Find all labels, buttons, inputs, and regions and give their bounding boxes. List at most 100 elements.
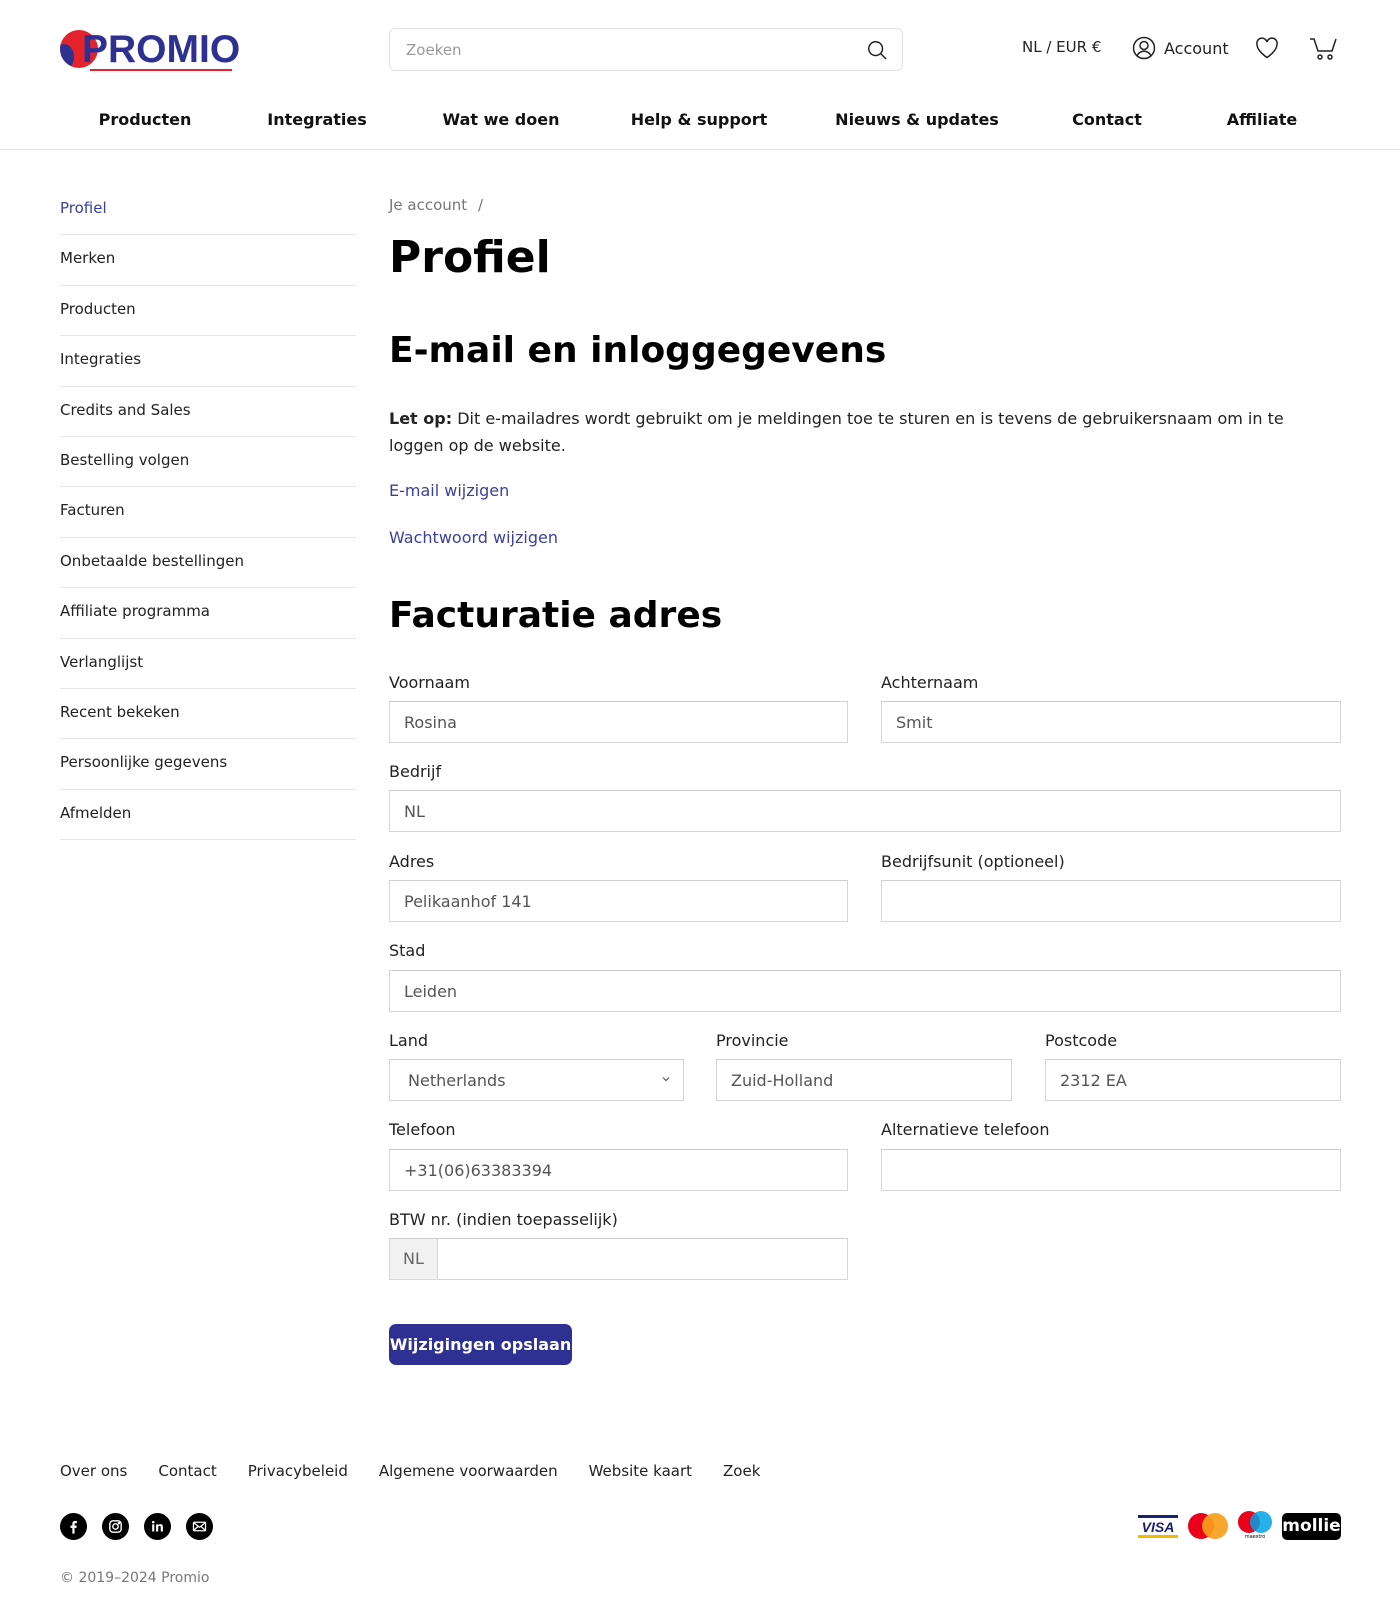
city-label: Stad [389, 941, 426, 960]
unit-field [881, 880, 1341, 922]
unit-label: Bedrijfsunit (optioneel) [881, 852, 1065, 871]
last-name-input[interactable] [882, 702, 1340, 742]
copyright: © 2019–2024 Promio [60, 1570, 210, 1586]
sidebar-item-producten[interactable]: Producten [60, 286, 356, 337]
footer-link-contact[interactable]: Contact [158, 1462, 216, 1480]
maestro-icon: maestro [1238, 1511, 1272, 1541]
postcode-label: Postcode [1045, 1031, 1118, 1050]
main-navigation: Producten Integraties Wat we doen Help &… [0, 110, 1400, 140]
nav-help-support[interactable]: Help & support [631, 110, 768, 129]
facebook-link[interactable] [60, 1513, 87, 1540]
nav-integraties[interactable]: Integraties [267, 110, 367, 129]
page-title: Profiel [389, 232, 551, 283]
breadcrumb: Je account / [389, 196, 483, 214]
sidebar-item-affiliate-programma[interactable]: Affiliate programma [60, 588, 356, 639]
nav-affiliate[interactable]: Affiliate [1227, 110, 1298, 129]
linkedin-link[interactable] [144, 1513, 171, 1540]
vat-label: BTW nr. (indien toepasselijk) [389, 1210, 618, 1229]
note-bold: Let op: [389, 409, 453, 428]
billing-section-heading: Facturatie adres [389, 595, 723, 636]
province-label: Provincie [716, 1031, 789, 1050]
mollie-icon: mollie [1282, 1512, 1341, 1540]
province-field [716, 1059, 1012, 1101]
nav-producten[interactable]: Producten [99, 110, 192, 129]
email-icon [192, 1521, 207, 1532]
email-link[interactable] [186, 1513, 213, 1540]
account-sidebar: Profiel Merken Producten Integraties Cre… [60, 185, 356, 841]
payment-methods: VISA maestro mollie [1138, 1511, 1341, 1541]
user-icon [1132, 36, 1156, 60]
nav-nieuws-updates[interactable]: Nieuws & updates [835, 110, 999, 129]
alt-phone-field [881, 1149, 1341, 1191]
breadcrumb-je-account[interactable]: Je account [389, 196, 467, 214]
change-password-link[interactable]: Wachtwoord wijzigen [389, 528, 558, 547]
linkedin-icon [151, 1520, 163, 1532]
footer-link-privacybeleid[interactable]: Privacybeleid [248, 1462, 348, 1480]
company-label: Bedrijf [389, 762, 442, 781]
social-links [60, 1513, 213, 1540]
country-select[interactable]: Netherlands [390, 1060, 683, 1100]
unit-input[interactable] [882, 881, 1340, 921]
alt-phone-input[interactable] [882, 1150, 1340, 1190]
address-field [389, 880, 848, 922]
first-name-label: Voornaam [389, 673, 470, 692]
postcode-field [1045, 1059, 1341, 1101]
last-name-field [881, 701, 1341, 743]
footer-link-zoek[interactable]: Zoek [723, 1462, 760, 1480]
footer-link-website-kaart[interactable]: Website kaart [589, 1462, 692, 1480]
instagram-link[interactable] [102, 1513, 129, 1540]
sidebar-item-integraties[interactable]: Integraties [60, 336, 356, 387]
company-input[interactable] [390, 791, 1340, 831]
country-label: Land [389, 1031, 429, 1050]
sidebar-item-merken[interactable]: Merken [60, 235, 356, 286]
vat-input[interactable] [390, 1239, 847, 1279]
sidebar-item-afmelden[interactable]: Afmelden [60, 790, 356, 841]
country-field: Netherlands [389, 1059, 684, 1101]
address-label: Adres [389, 852, 435, 871]
vat-prefix: NL [390, 1239, 438, 1279]
sidebar-item-recent-bekeken[interactable]: Recent bekeken [60, 689, 356, 740]
phone-label: Telefoon [389, 1120, 456, 1139]
nav-wat-we-doen[interactable]: Wat we doen [443, 110, 560, 129]
province-input[interactable] [717, 1060, 1011, 1100]
sidebar-item-verlanglijst[interactable]: Verlanglijst [60, 639, 356, 689]
sidebar-item-credits-sales[interactable]: Credits and Sales [60, 387, 356, 437]
company-field [389, 790, 1341, 832]
sidebar-item-persoonlijke-gegevens[interactable]: Persoonlijke gegevens [60, 739, 356, 790]
footer-links: Over ons Contact Privacybeleid Algemene … [60, 1462, 760, 1480]
search-icon[interactable] [866, 39, 888, 61]
sidebar-item-bestelling-volgen[interactable]: Bestelling volgen [60, 437, 356, 488]
logo-wordmark: PROMIO [82, 28, 241, 71]
postcode-input[interactable] [1046, 1060, 1340, 1100]
logo-underline [90, 69, 232, 71]
email-section-heading: E-mail en inloggegevens [389, 330, 887, 371]
save-changes-button[interactable]: Wijzigingen opslaan [389, 1324, 572, 1365]
footer-link-over-ons[interactable]: Over ons [60, 1462, 127, 1480]
sidebar-item-facturen[interactable]: Facturen [60, 487, 356, 538]
promio-logo[interactable]: PROMIO [60, 28, 240, 72]
email-note: Let op: Dit e-mailadres wordt gebruikt o… [389, 405, 1339, 459]
first-name-field [389, 701, 848, 743]
search-input[interactable] [406, 29, 846, 70]
heart-icon[interactable] [1255, 37, 1279, 59]
locale-currency-selector[interactable]: NL / EUR € [1022, 38, 1101, 56]
visa-icon: VISA [1138, 1513, 1178, 1539]
nav-contact[interactable]: Contact [1072, 110, 1142, 129]
alt-phone-label: Alternatieve telefoon [881, 1120, 1050, 1139]
last-name-label: Achternaam [881, 673, 979, 692]
mastercard-icon [1188, 1513, 1228, 1539]
account-link[interactable]: Account [1132, 36, 1229, 60]
footer-link-algemene-voorwaarden[interactable]: Algemene voorwaarden [379, 1462, 558, 1480]
sidebar-item-profiel[interactable]: Profiel [60, 185, 356, 236]
city-input[interactable] [390, 971, 1340, 1011]
change-email-link[interactable]: E-mail wijzigen [389, 481, 509, 500]
note-text: Dit e-mailadres wordt gebruikt om je mel… [389, 409, 1284, 455]
cart-icon[interactable] [1309, 37, 1337, 61]
facebook-icon [70, 1521, 77, 1534]
sidebar-item-onbetaalde-bestellingen[interactable]: Onbetaalde bestellingen [60, 538, 356, 589]
first-name-input[interactable] [390, 702, 847, 742]
city-field [389, 970, 1341, 1012]
search-box [389, 28, 903, 71]
phone-input[interactable] [390, 1150, 847, 1190]
address-input[interactable] [390, 881, 847, 921]
